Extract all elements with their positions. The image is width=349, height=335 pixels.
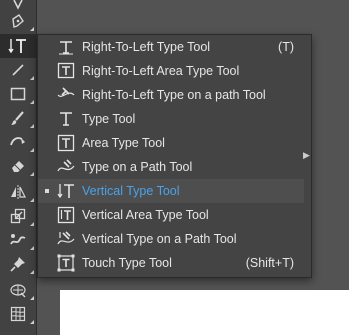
tearoff-arrow-icon[interactable]: ▶	[303, 149, 310, 161]
reflect-icon[interactable]	[0, 180, 36, 204]
vertical-type-on-path-icon	[57, 230, 75, 248]
mesh-icon[interactable]	[0, 302, 36, 326]
menu-item-label: Type Tool	[82, 112, 136, 126]
area-type-icon	[57, 134, 75, 152]
vertical-type-icon[interactable]	[0, 34, 36, 58]
artboard[interactable]	[60, 290, 349, 335]
vertical-area-type-icon	[57, 206, 75, 224]
menu-item-shortcut: (T)	[278, 40, 294, 54]
menu-item-area-type-tool[interactable]: Area Type Tool	[38, 131, 304, 155]
menu-item-rtl-type-tool[interactable]: Right-To-Left Type Tool (T)	[38, 35, 304, 59]
selected-bullet-icon	[45, 189, 49, 193]
rtl-area-type-icon	[57, 62, 75, 80]
menu-item-shortcut: (Shift+T)	[245, 256, 294, 270]
menu-item-rtl-type-on-path-tool[interactable]: Right-To-Left Type on a path Tool	[38, 83, 304, 107]
menu-item-label: Vertical Type Tool	[82, 184, 180, 198]
menu-item-type-on-path-tool[interactable]: Type on a Path Tool	[38, 155, 304, 179]
pin-icon[interactable]	[0, 252, 36, 276]
menu-item-label: Right-To-Left Type on a path Tool	[82, 88, 266, 102]
type-tools-flyout-menu: Right-To-Left Type Tool (T) Right-To-Lef…	[37, 34, 312, 278]
menu-item-vertical-type-tool[interactable]: Vertical Type Tool	[38, 179, 304, 203]
scale-icon[interactable]	[0, 204, 36, 228]
tools-panel	[0, 0, 37, 335]
rtl-type-on-path-icon	[57, 86, 75, 104]
line-segment-icon[interactable]	[0, 58, 36, 82]
pen-icon[interactable]	[0, 9, 36, 33]
menu-item-label: Type on a Path Tool	[82, 160, 193, 174]
menu-item-label: Right-To-Left Type Tool	[82, 40, 211, 54]
menu-item-label: Vertical Type on a Path Tool	[82, 232, 237, 246]
paintbrush-icon[interactable]	[0, 106, 36, 130]
menu-item-vertical-type-on-path-tool[interactable]: Vertical Type on a Path Tool	[38, 227, 304, 251]
vertical-type-icon	[57, 182, 75, 200]
menu-item-vertical-area-type-tool[interactable]: Vertical Area Type Tool	[38, 203, 304, 227]
menu-item-label: Area Type Tool	[82, 136, 165, 150]
menu-item-type-tool[interactable]: Type Tool	[38, 107, 304, 131]
rtl-type-icon	[57, 38, 75, 56]
menu-item-label: Vertical Area Type Tool	[82, 208, 209, 222]
touch-type-icon	[57, 254, 75, 272]
type-icon	[57, 110, 75, 128]
puppet-warp-icon[interactable]	[0, 228, 36, 252]
menu-item-rtl-area-type-tool[interactable]: Right-To-Left Area Type Tool	[38, 59, 304, 83]
shaper-icon[interactable]	[0, 130, 36, 154]
rectangle-icon[interactable]	[0, 82, 36, 106]
menu-item-label: Touch Type Tool	[82, 256, 172, 270]
type-on-path-icon	[57, 158, 75, 176]
menu-item-touch-type-tool[interactable]: Touch Type Tool (Shift+T)	[38, 251, 304, 275]
eraser-icon[interactable]	[0, 154, 36, 178]
perspective-grid-icon[interactable]	[0, 278, 36, 302]
menu-item-label: Right-To-Left Area Type Tool	[82, 64, 240, 78]
